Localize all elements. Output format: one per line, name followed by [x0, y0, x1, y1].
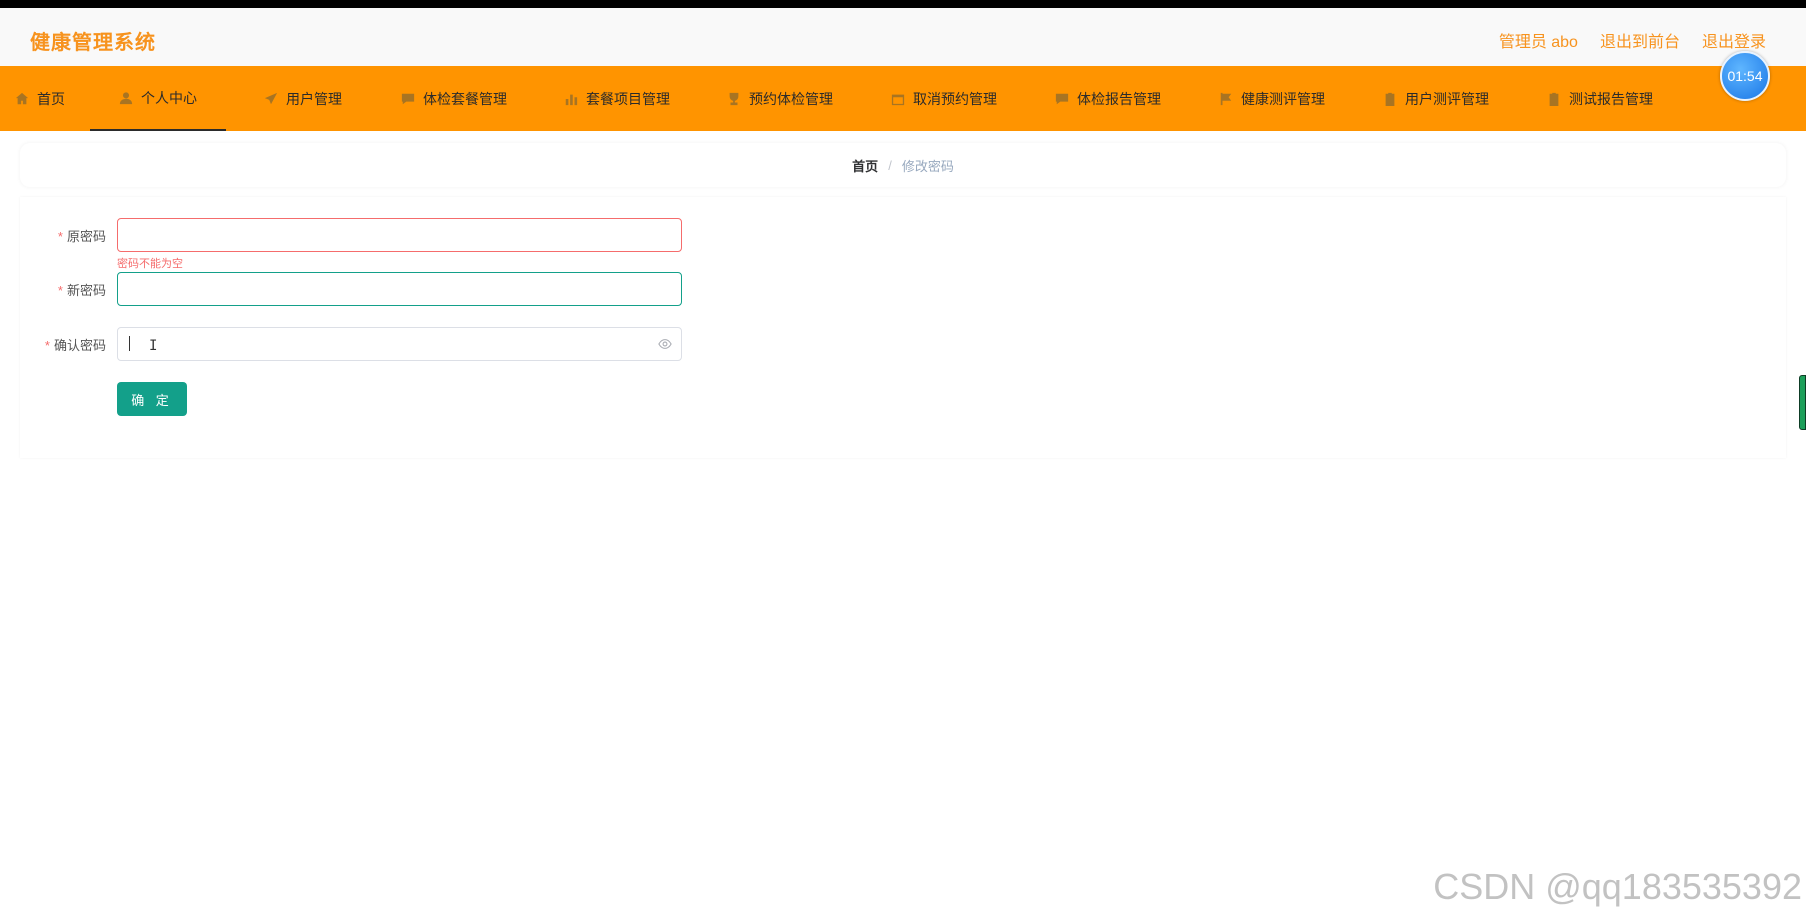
nav-item-package-items[interactable]: 套餐项目管理	[536, 66, 698, 131]
chat-icon	[1055, 92, 1069, 106]
confirm-password-input[interactable]	[117, 327, 682, 361]
old-password-input[interactable]	[117, 218, 682, 252]
flag-icon	[1219, 92, 1233, 106]
breadcrumb-current: 修改密码	[901, 158, 954, 174]
change-password-form: * 原密码 密码不能为空 * 新密码 * 确认密码 I 确 定	[20, 197, 1786, 458]
nav-item-label: 个人中心	[141, 89, 197, 106]
eye-icon[interactable]	[658, 337, 672, 351]
header-links: 管理员 abo 退出到前台 退出登录	[1499, 28, 1766, 52]
mouse-ibeam-cursor: I	[149, 338, 158, 354]
send-icon	[264, 92, 278, 106]
timer-badge[interactable]: 01:54	[1720, 51, 1770, 101]
header: 健康管理系统 管理员 abo 退出到前台 退出登录	[0, 8, 1806, 66]
top-nav: 首页 个人中心 用户管理 体检套餐管理 套餐项目管理 预约体检管理 取消预约管理…	[0, 66, 1806, 131]
confirm-password-label: * 确认密码	[44, 337, 106, 353]
top-black-bar	[0, 0, 1806, 8]
user-icon	[119, 91, 133, 105]
old-password-row: * 原密码	[20, 218, 682, 252]
nav-item-label: 取消预约管理	[913, 90, 997, 107]
old-password-error: 密码不能为空	[117, 258, 183, 270]
nav-item-label: 用户管理	[286, 90, 342, 107]
nav-item-package-management[interactable]: 体检套餐管理	[372, 66, 536, 131]
nav-item-label: 体检报告管理	[1077, 90, 1161, 107]
confirm-password-wrap: I	[117, 327, 682, 361]
trophy-icon	[727, 92, 741, 106]
nav-item-label: 体检套餐管理	[423, 90, 507, 107]
clipboard-icon	[1383, 92, 1397, 106]
nav-item-report-management[interactable]: 体检报告管理	[1026, 66, 1190, 131]
nav-item-label: 用户测评管理	[1405, 90, 1489, 107]
side-drawer-tab[interactable]	[1799, 375, 1806, 430]
new-password-row: * 新密码	[20, 272, 682, 306]
exit-to-frontend-link[interactable]: 退出到前台	[1600, 28, 1680, 52]
nav-item-appointment-management[interactable]: 预约体检管理	[698, 66, 862, 131]
old-password-label: * 原密码	[57, 228, 106, 244]
confirm-password-row: * 确认密码 I	[20, 327, 682, 361]
confirm-button[interactable]: 确 定	[117, 382, 187, 416]
calendar-icon	[891, 92, 905, 106]
nav-item-personal-center[interactable]: 个人中心	[90, 66, 226, 131]
nav-item-user-assessment[interactable]: 用户测评管理	[1354, 66, 1518, 131]
nav-item-test-report[interactable]: 测试报告管理	[1518, 66, 1682, 131]
text-caret	[129, 336, 130, 351]
new-password-label: * 新密码	[57, 282, 106, 298]
nav-item-label: 首页	[37, 90, 65, 107]
nav-item-label: 套餐项目管理	[586, 90, 670, 107]
bar-chart-icon	[564, 92, 578, 106]
nav-item-home[interactable]: 首页	[0, 66, 80, 131]
app-title: 健康管理系统	[30, 32, 156, 54]
chat-icon	[401, 92, 415, 106]
nav-item-label: 测试报告管理	[1569, 90, 1653, 107]
nav-item-user-management[interactable]: 用户管理	[234, 66, 372, 131]
nav-item-health-assessment[interactable]: 健康测评管理	[1190, 66, 1354, 131]
nav-item-label: 健康测评管理	[1241, 90, 1325, 107]
home-icon	[15, 92, 29, 106]
breadcrumb-separator: /	[888, 157, 892, 173]
watermark: CSDN @qq183535392	[1433, 866, 1802, 907]
clipboard-icon	[1547, 92, 1561, 106]
breadcrumb: 首页 / 修改密码	[20, 143, 1786, 187]
admin-user-link[interactable]: 管理员 abo	[1499, 28, 1578, 52]
new-password-input[interactable]	[117, 272, 682, 306]
logout-link[interactable]: 退出登录	[1702, 28, 1766, 52]
breadcrumb-home[interactable]: 首页	[852, 156, 878, 175]
nav-item-label: 预约体检管理	[749, 90, 833, 107]
nav-item-cancel-appointment[interactable]: 取消预约管理	[862, 66, 1026, 131]
